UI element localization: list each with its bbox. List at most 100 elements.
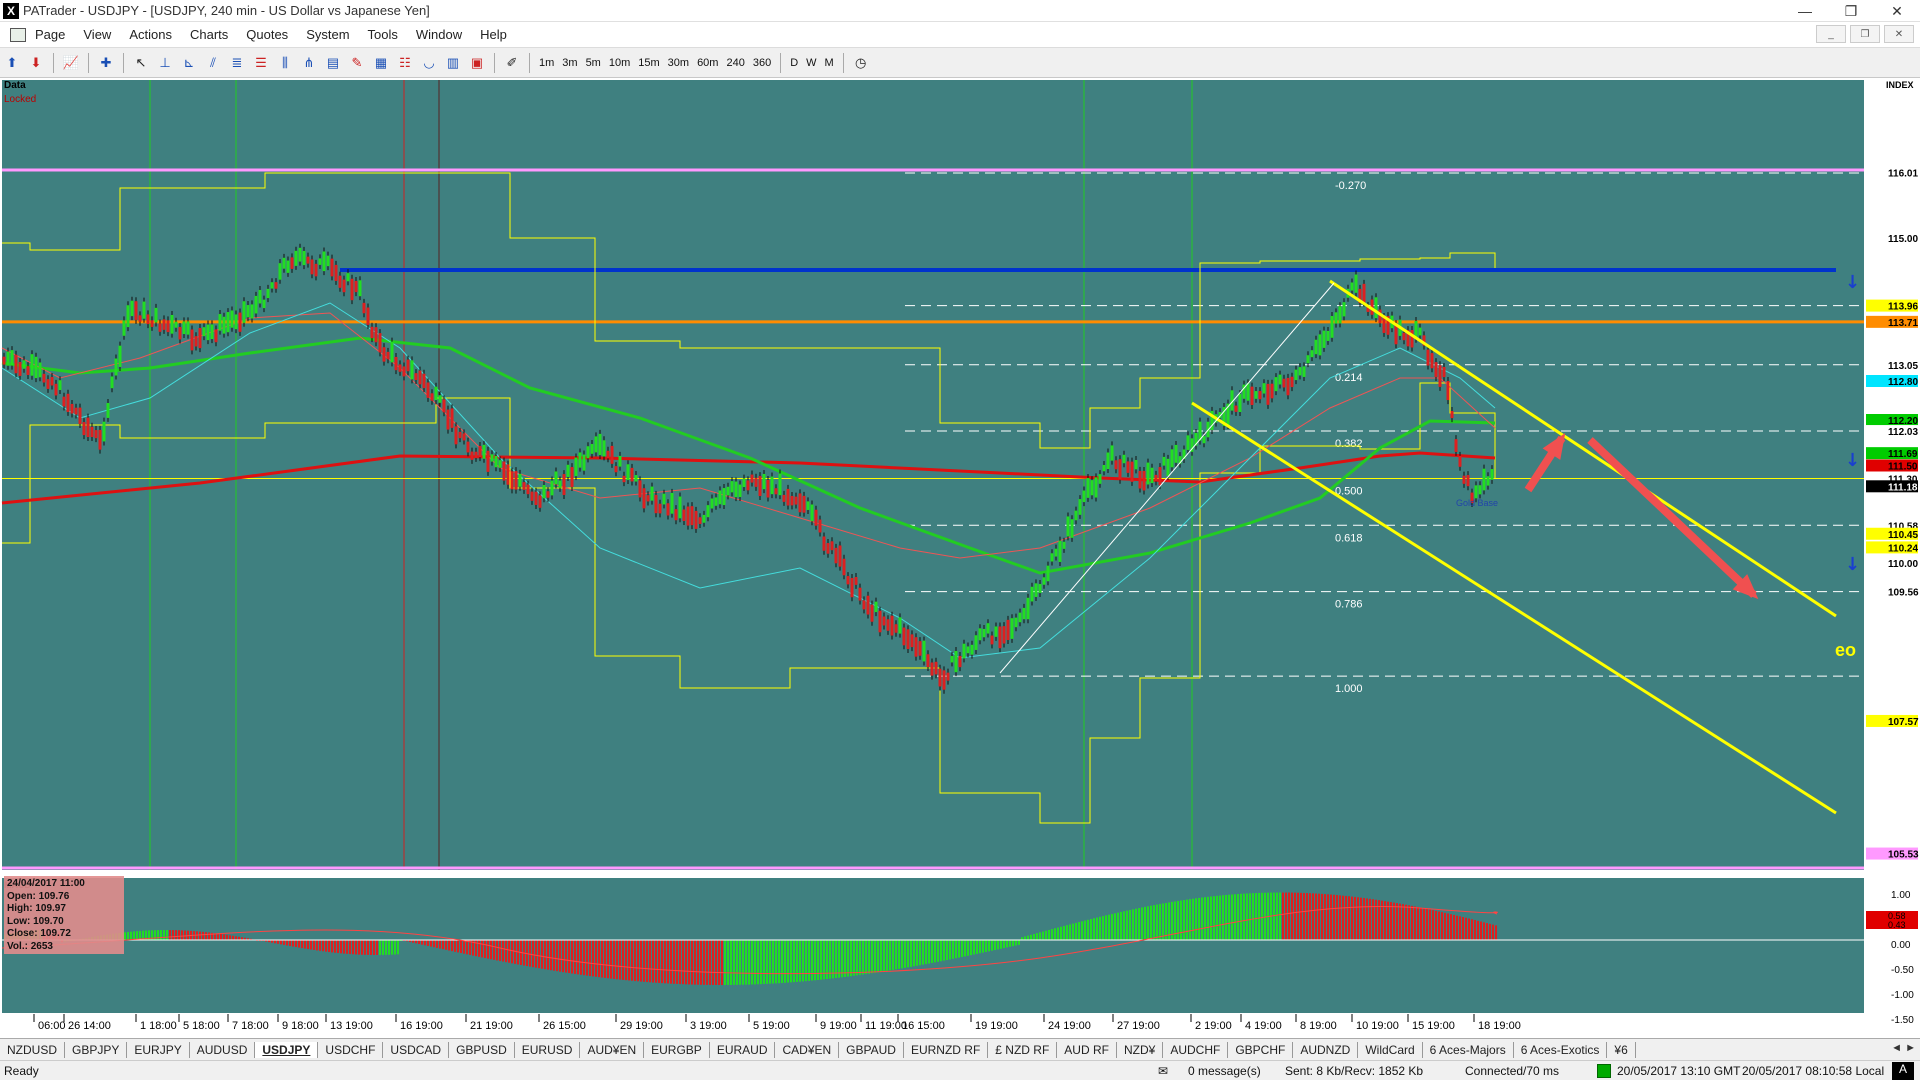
fib-icon[interactable]: ≣ bbox=[226, 52, 248, 74]
chart-icon[interactable]: 📈 bbox=[60, 52, 82, 74]
mdi-close-icon[interactable]: ✕ bbox=[1884, 25, 1914, 43]
tf-w[interactable]: W bbox=[802, 57, 820, 69]
marker-icon[interactable]: ▣ bbox=[466, 52, 488, 74]
candle-body bbox=[674, 509, 678, 521]
price-label: 111.18 bbox=[1888, 482, 1918, 493]
menu-window[interactable]: Window bbox=[407, 27, 471, 42]
menu-view[interactable]: View bbox=[74, 27, 120, 42]
tab-scroll-arrows-icon[interactable]: ◄ ► bbox=[1891, 1042, 1916, 1054]
chart-area[interactable]: -0.270 0.214 0.382 0.500 0.618 0.786 1.000 ↓ ↓ ↓ D… bbox=[0, 78, 1920, 1038]
tab--6[interactable]: ¥6 bbox=[1607, 1041, 1636, 1058]
tab-nzdusd[interactable]: NZDUSD bbox=[0, 1041, 65, 1058]
macd-bar bbox=[685, 940, 687, 985]
tf-1m[interactable]: 1m bbox=[535, 57, 558, 69]
tab-eurnzd-rf[interactable]: EURNZD RF bbox=[904, 1041, 989, 1058]
candle-body bbox=[1274, 377, 1278, 392]
tab-euraud[interactable]: EURAUD bbox=[710, 1041, 776, 1058]
cursor-icon[interactable]: ↖ bbox=[130, 52, 152, 74]
buy-icon[interactable]: ⬆ bbox=[1, 52, 23, 74]
mdi-restore-icon[interactable]: ❐ bbox=[1850, 25, 1880, 43]
box-icon[interactable]: ▥ bbox=[442, 52, 464, 74]
tab-6-aces-exotics[interactable]: 6 Aces-Exotics bbox=[1514, 1041, 1608, 1058]
tab-gbpjpy[interactable]: GBPJPY bbox=[65, 1041, 128, 1058]
candle-body bbox=[1066, 516, 1070, 537]
candle-body bbox=[190, 329, 194, 351]
tab-audchf[interactable]: AUDCHF bbox=[1163, 1041, 1229, 1058]
tf-3m[interactable]: 3m bbox=[558, 57, 581, 69]
grid-icon[interactable]: ▦ bbox=[370, 52, 392, 74]
mdi-minimize-icon[interactable]: _ bbox=[1816, 25, 1846, 43]
close-icon[interactable]: ✕ bbox=[1874, 0, 1920, 22]
candle-body bbox=[290, 257, 294, 269]
tab-gbpaud[interactable]: GBPAUD bbox=[839, 1041, 904, 1058]
tab-aud-rf[interactable]: AUD RF bbox=[1057, 1041, 1117, 1058]
macd-bar bbox=[1249, 893, 1251, 940]
tab-usdchf[interactable]: USDCHF bbox=[318, 1041, 384, 1058]
tab-gbpchf[interactable]: GBPCHF bbox=[1228, 1041, 1294, 1058]
tf-10m[interactable]: 10m bbox=[605, 57, 634, 69]
macd-bar bbox=[1204, 897, 1206, 940]
tab--nzd-rf[interactable]: £ NZD RF bbox=[988, 1041, 1058, 1058]
tab-gbpusd[interactable]: GBPUSD bbox=[449, 1041, 515, 1058]
tf-15m[interactable]: 15m bbox=[634, 57, 663, 69]
tf-30m[interactable]: 30m bbox=[664, 57, 693, 69]
tf-240[interactable]: 240 bbox=[722, 57, 748, 69]
menu-system[interactable]: System bbox=[297, 27, 358, 42]
text-icon[interactable]: ▤ bbox=[322, 52, 344, 74]
trendline-icon[interactable]: ⊾ bbox=[178, 52, 200, 74]
fan-icon[interactable]: ☷ bbox=[394, 52, 416, 74]
price-chart[interactable]: -0.2700.2140.3820.5000.6180.7861.000↓↓↓D… bbox=[0, 78, 1920, 1038]
macd-bar bbox=[673, 940, 675, 984]
macd-bar bbox=[961, 940, 963, 958]
candle-body bbox=[34, 356, 38, 379]
tf-5m[interactable]: 5m bbox=[582, 57, 605, 69]
tab-usdjpy[interactable]: USDJPY bbox=[255, 1041, 319, 1058]
minimize-icon[interactable]: — bbox=[1782, 0, 1828, 22]
menu-quotes[interactable]: Quotes bbox=[237, 27, 297, 42]
tab-eurgbp[interactable]: EURGBP bbox=[644, 1041, 710, 1058]
tf-d[interactable]: D bbox=[786, 57, 802, 69]
tab-nzd-[interactable]: NZD¥ bbox=[1117, 1041, 1164, 1058]
clock-icon[interactable]: ◷ bbox=[850, 52, 872, 74]
crosshair-icon[interactable]: ✚ bbox=[95, 52, 117, 74]
menu-tools[interactable]: Tools bbox=[359, 27, 407, 42]
tab-wildcard[interactable]: WildCard bbox=[1358, 1041, 1423, 1058]
macd-bar bbox=[1051, 929, 1053, 940]
tf-60m[interactable]: 60m bbox=[693, 57, 722, 69]
macd-scale-label: -1.00 bbox=[1891, 990, 1914, 1001]
channel-icon[interactable]: ⫽ bbox=[202, 52, 224, 74]
macd-bar bbox=[892, 940, 894, 970]
menu-page[interactable]: Page bbox=[26, 27, 74, 42]
tab-eurusd[interactable]: EURUSD bbox=[515, 1041, 581, 1058]
message-icon[interactable]: ✉ bbox=[1158, 1064, 1168, 1078]
tab-eurjpy[interactable]: EURJPY bbox=[127, 1041, 190, 1058]
tf-360[interactable]: 360 bbox=[749, 57, 775, 69]
tab-audnzd[interactable]: AUDNZD bbox=[1293, 1041, 1359, 1058]
pen-icon[interactable]: ✐ bbox=[501, 52, 523, 74]
tab-cad-en[interactable]: CAD¥EN bbox=[775, 1041, 840, 1058]
macd-bar bbox=[661, 940, 663, 984]
macd-bar bbox=[343, 940, 345, 954]
pitchfork-icon[interactable]: ⋔ bbox=[298, 52, 320, 74]
hline-icon[interactable]: ⊥ bbox=[154, 52, 176, 74]
draw-icon[interactable]: ✎ bbox=[346, 52, 368, 74]
macd-bar bbox=[1015, 940, 1017, 946]
tab-aud-en[interactable]: AUD¥EN bbox=[580, 1041, 645, 1058]
candle-body bbox=[1086, 478, 1090, 498]
tab-usdcad[interactable]: USDCAD bbox=[383, 1041, 450, 1058]
tab-audusd[interactable]: AUDUSD bbox=[190, 1041, 256, 1058]
cycle-icon[interactable]: ⫼ bbox=[274, 52, 296, 74]
menu-actions[interactable]: Actions bbox=[120, 27, 181, 42]
tab-6-aces-majors[interactable]: 6 Aces-Majors bbox=[1423, 1041, 1514, 1058]
candle-body bbox=[886, 619, 890, 631]
arc-icon[interactable]: ◡ bbox=[418, 52, 440, 74]
candle-body bbox=[382, 347, 386, 362]
gann-icon[interactable]: ☰ bbox=[250, 52, 272, 74]
candle-body bbox=[38, 362, 42, 378]
tf-m[interactable]: M bbox=[821, 57, 838, 69]
restore-icon[interactable]: ❐ bbox=[1828, 0, 1874, 22]
menu-help[interactable]: Help bbox=[471, 27, 516, 42]
sell-icon[interactable]: ⬇ bbox=[25, 52, 47, 74]
menu-charts[interactable]: Charts bbox=[181, 27, 237, 42]
candle-body bbox=[538, 495, 542, 508]
